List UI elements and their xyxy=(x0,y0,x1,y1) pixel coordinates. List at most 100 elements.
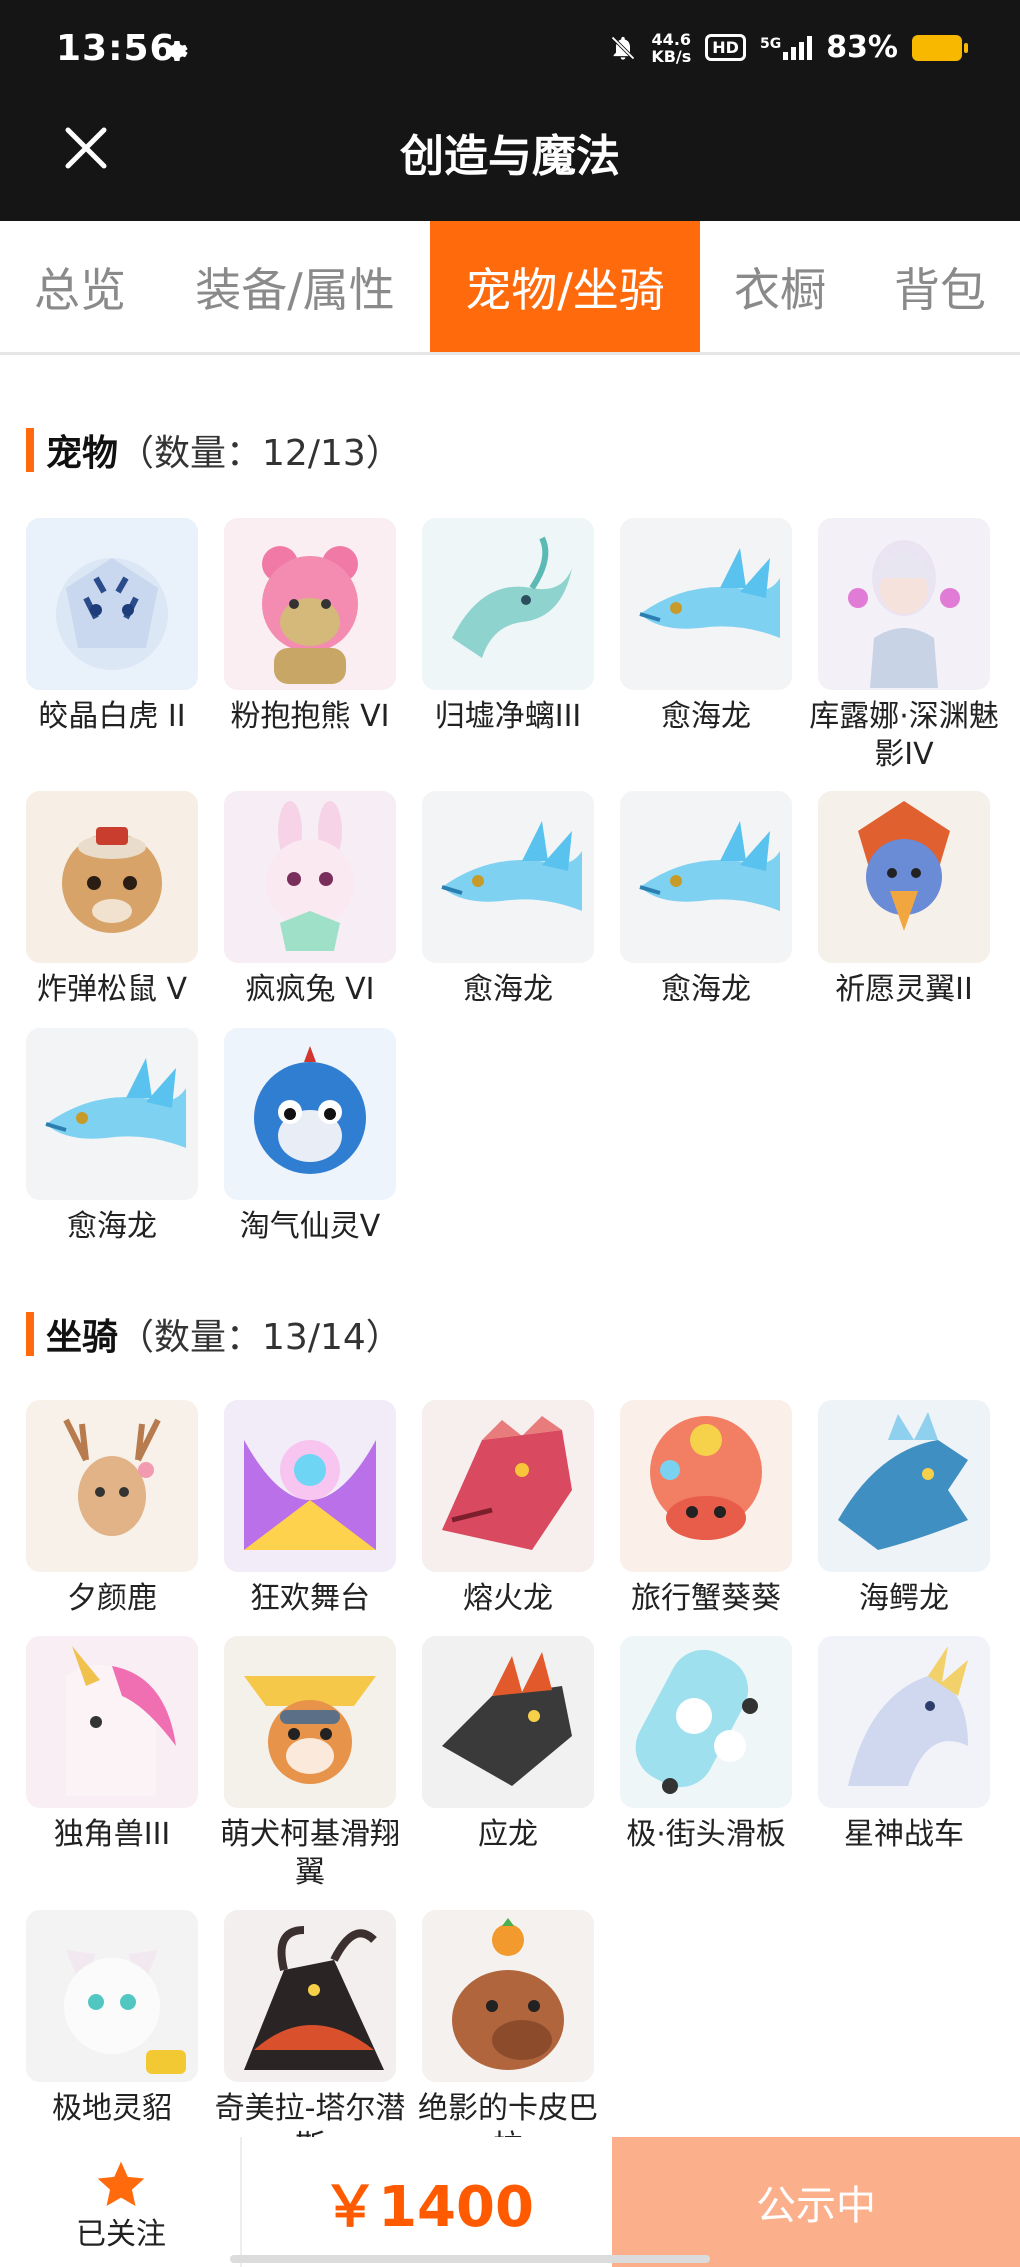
mount-item[interactable]: 海鳄龙 xyxy=(818,1400,990,1618)
tab-equipment[interactable]: 装备/属性 xyxy=(160,221,430,352)
pet-item-name: 愈海龙 xyxy=(67,1209,157,1244)
pet-item-name: 祈愿灵翼II xyxy=(835,972,973,1007)
wish-bird-icon xyxy=(818,791,990,963)
pet-item-name: 皎晶白虎 II xyxy=(38,699,186,734)
section-accent-bar xyxy=(26,1312,34,1356)
deer-icon xyxy=(26,1400,198,1572)
pet-item-name: 炸弹松鼠 V xyxy=(36,972,188,1007)
sea-dragon-icon xyxy=(26,1028,198,1200)
mount-item[interactable]: 独角兽III xyxy=(26,1636,198,1854)
follow-label: 已关注 xyxy=(76,2217,166,2252)
hermit-crab-icon xyxy=(620,1400,792,1572)
mount-item[interactable]: 绝影的卡皮巴拉 xyxy=(418,1910,598,2166)
status-time: 13:56 xyxy=(56,28,176,69)
signal-bars-icon xyxy=(783,35,813,60)
pet-item[interactable]: 疯疯兔 VI xyxy=(224,791,396,1009)
mount-item-name: 独角兽III xyxy=(53,1817,171,1852)
mount-item-name: 极地灵貂 xyxy=(52,2091,172,2126)
bomb-squirrel-icon xyxy=(26,791,198,963)
pet-item[interactable]: 愈海龙 xyxy=(422,791,594,1009)
tab-pets-mounts[interactable]: 宠物/坐骑 xyxy=(430,221,700,352)
status-bar: 13:56 44.6 KB/s HD 5G 83% xyxy=(0,0,1020,100)
battery-icon xyxy=(912,34,968,61)
mount-item[interactable]: 星神战车 xyxy=(818,1636,990,1854)
pet-item[interactable]: 库露娜·深渊魅影IV xyxy=(809,518,999,774)
unicorn-icon xyxy=(26,1636,198,1808)
hd-badge: HD xyxy=(705,34,746,61)
carnival-stage-icon xyxy=(224,1400,396,1572)
pet-item[interactable]: 归墟净螭III xyxy=(422,518,594,736)
mount-item[interactable]: 奇美拉-塔尔潜斯 xyxy=(215,1910,405,2166)
magma-dragon-icon xyxy=(422,1400,594,1572)
mount-item[interactable]: 旅行蟹葵葵 xyxy=(620,1400,792,1618)
bottom-bar: 已关注 ￥1400 公示中 xyxy=(0,2137,1020,2267)
header: 创造与魔法 xyxy=(0,100,1020,221)
mount-item[interactable]: 熔火龙 xyxy=(422,1400,594,1618)
star-icon xyxy=(97,2161,145,2206)
follow-button[interactable]: 已关注 xyxy=(0,2137,242,2267)
mount-item[interactable]: 极地灵貂 xyxy=(26,1910,198,2128)
gear-icon xyxy=(166,41,188,61)
price-value: ￥1400 xyxy=(322,2174,534,2240)
network-speed: 44.6 KB/s xyxy=(651,31,691,65)
corgi-glider-icon xyxy=(224,1636,396,1808)
status-button[interactable]: 公示中 xyxy=(612,2137,1020,2267)
mounts-section-title: 坐骑 （数量：13/14） xyxy=(26,1310,402,1358)
signal-indicator: 5G xyxy=(759,35,813,60)
tab-backpack[interactable]: 背包 xyxy=(860,221,1020,352)
pet-item-name: 归墟净螭III xyxy=(434,699,582,734)
network-type: 5G xyxy=(759,35,782,52)
pet-item[interactable]: 愈海龙 xyxy=(620,791,792,1009)
mount-item[interactable]: 萌犬柯基滑翔翼 xyxy=(220,1636,400,1892)
status-right: 44.6 KB/s HD 5G 83% xyxy=(609,30,968,65)
mount-item[interactable]: 夕颜鹿 xyxy=(26,1400,198,1618)
skateboard-icon xyxy=(620,1636,792,1808)
battery-percent: 83% xyxy=(826,30,898,65)
pet-item[interactable]: 炸弹松鼠 V xyxy=(26,791,198,1009)
pet-item[interactable]: 祈愿灵翼II xyxy=(818,791,990,1009)
pet-item-name: 愈海龙 xyxy=(661,699,751,734)
pet-item[interactable]: 淘气仙灵V xyxy=(224,1028,396,1246)
crazy-rabbit-icon xyxy=(224,791,396,963)
mount-item-name: 极·街头滑板 xyxy=(626,1817,786,1852)
pet-item[interactable]: 愈海龙 xyxy=(620,518,792,736)
pet-item[interactable]: 粉抱抱熊 VI xyxy=(224,518,396,736)
sea-dragon-icon xyxy=(620,791,792,963)
top-bar: 13:56 44.6 KB/s HD 5G 83% 创造与魔法 xyxy=(0,0,1020,221)
speed-value: 44.6 xyxy=(651,29,692,49)
sea-dragon-icon xyxy=(620,518,792,690)
pet-item[interactable]: 皎晶白虎 II xyxy=(26,518,198,736)
mount-item-name: 星神战车 xyxy=(844,1817,964,1852)
section-accent-bar xyxy=(26,428,34,472)
page-title: 创造与魔法 xyxy=(400,131,620,182)
chimera-icon xyxy=(224,1910,396,2082)
pet-item-name: 库露娜·深渊魅影IV xyxy=(809,699,999,772)
pink-bear-icon xyxy=(224,518,396,690)
mount-item[interactable]: 狂欢舞台 xyxy=(224,1400,396,1618)
mount-item-name: 萌犬柯基滑翔翼 xyxy=(220,1817,400,1890)
pets-section-title: 宠物 （数量：12/13） xyxy=(26,426,402,474)
gesture-bar xyxy=(230,2255,710,2263)
capybara-icon xyxy=(422,1910,594,2082)
tab-wardrobe[interactable]: 衣橱 xyxy=(700,221,860,352)
mount-item-name: 旅行蟹葵葵 xyxy=(631,1581,781,1616)
tab-bar: 总览 装备/属性 宠物/坐骑 衣橱 背包 xyxy=(0,221,1020,355)
section-name: 坐骑 xyxy=(46,1317,119,1358)
mount-item-name: 海鳄龙 xyxy=(859,1581,949,1616)
sea-croc-dragon-icon xyxy=(818,1400,990,1572)
sea-dragon-icon xyxy=(422,791,594,963)
section-name: 宠物 xyxy=(46,433,119,474)
star-chariot-icon xyxy=(818,1636,990,1808)
pet-item-name: 疯疯兔 VI xyxy=(245,972,375,1007)
kuluna-icon xyxy=(818,518,990,690)
section-count: （数量：13/14） xyxy=(118,1317,402,1358)
mount-item[interactable]: 应龙 xyxy=(422,1636,594,1854)
section-count: （数量：12/13） xyxy=(118,433,402,474)
speed-unit: KB/s xyxy=(651,46,692,66)
mount-item[interactable]: 极·街头滑板 xyxy=(620,1636,792,1854)
tab-overview[interactable]: 总览 xyxy=(0,221,160,352)
pet-item[interactable]: 愈海龙 xyxy=(26,1028,198,1246)
naughty-spirit-icon xyxy=(224,1028,396,1200)
mount-item-name: 应龙 xyxy=(478,1817,538,1852)
pet-item-name: 淘气仙灵V xyxy=(239,1209,381,1244)
